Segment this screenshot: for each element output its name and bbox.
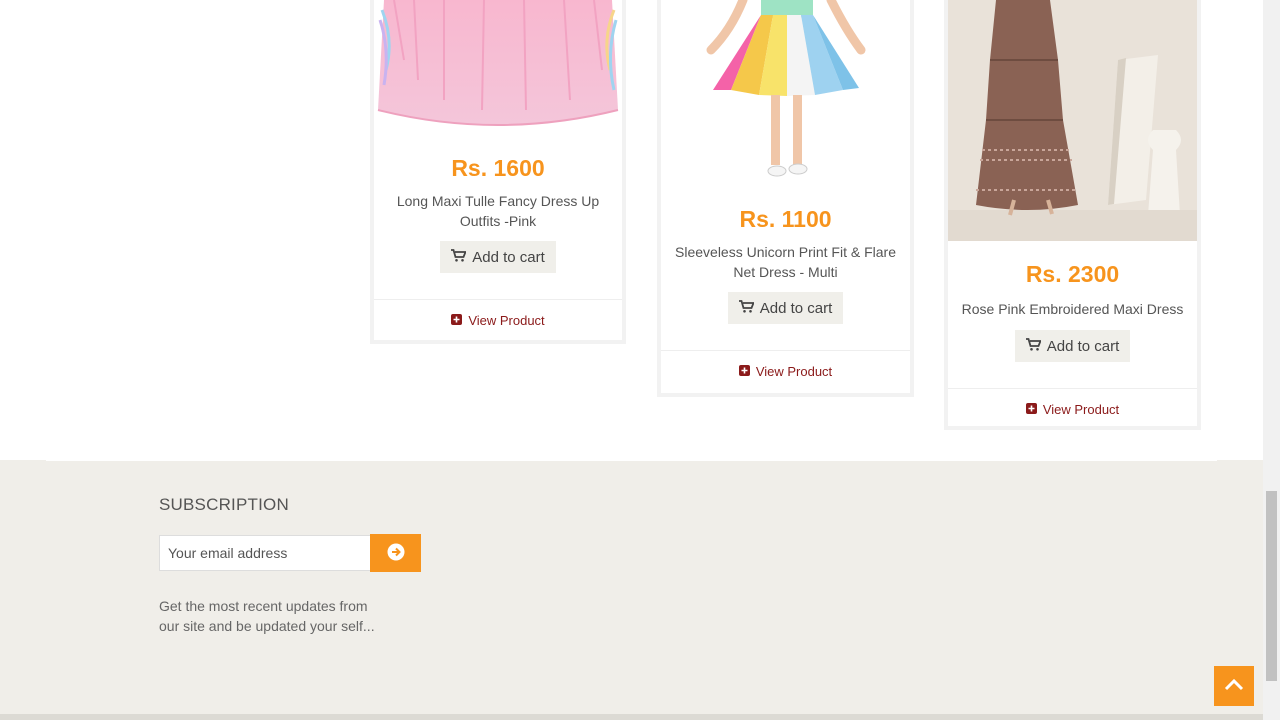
product-image-unicorn-dress[interactable] <box>661 0 910 190</box>
footer-bottom-strip <box>0 714 1263 720</box>
email-input[interactable] <box>159 535 371 571</box>
footer: SUBSCRIPTION Get the most recent updates… <box>0 460 1263 720</box>
footer-divider <box>46 460 1217 461</box>
view-product-label: View Product <box>468 313 545 328</box>
product-price: Rs. 1100 <box>739 206 832 232</box>
product-card: Rs. 1600 Long Maxi Tulle Fancy Dress Up … <box>370 0 626 344</box>
arrow-circle-right-icon <box>387 543 405 564</box>
add-to-cart-button[interactable]: Add to cart <box>1014 330 1131 362</box>
add-to-cart-label: Add to cart <box>1046 337 1120 355</box>
cart-icon <box>738 299 755 317</box>
product-price: Rs. 1600 <box>451 155 545 181</box>
chevron-up-icon <box>1224 677 1244 696</box>
plus-square-icon <box>738 364 750 379</box>
subscription-title: SUBSCRIPTION <box>159 495 289 514</box>
product-name[interactable]: Rose Pink Embroidered Maxi Dress <box>948 299 1197 319</box>
product-name[interactable]: Sleeveless Unicorn Print Fit & Flare Net… <box>661 242 910 282</box>
view-product-label: View Product <box>1042 402 1120 417</box>
plus-square-icon <box>451 313 463 328</box>
product-image-pink-dress[interactable] <box>374 0 622 140</box>
subscribe-button[interactable] <box>370 534 421 572</box>
cart-icon <box>451 248 468 266</box>
view-product-link[interactable]: View Product <box>451 313 545 328</box>
add-to-cart-label: Add to cart <box>759 299 833 317</box>
add-to-cart-button[interactable]: Add to cart <box>727 292 844 324</box>
product-card: Rs. 1100 Sleeveless Unicorn Print Fit & … <box>657 0 914 397</box>
product-name[interactable]: Long Maxi Tulle Fancy Dress Up Outfits -… <box>374 191 622 231</box>
scrollbar-thumb[interactable] <box>1266 491 1277 681</box>
add-to-cart-label: Add to cart <box>472 248 545 266</box>
product-image-maxi-dress[interactable] <box>948 0 1197 241</box>
product-price: Rs. 2300 <box>1025 261 1120 287</box>
product-card: Rs. 2300 Rose Pink Embroidered Maxi Dres… <box>944 0 1201 430</box>
subscription-description: Get the most recent updates from our sit… <box>159 598 375 634</box>
vertical-scrollbar[interactable] <box>1263 0 1280 720</box>
plus-square-icon <box>1025 402 1037 417</box>
view-product-link[interactable]: View Product <box>738 364 833 379</box>
add-to-cart-button[interactable]: Add to cart <box>440 241 556 273</box>
cart-icon <box>1025 337 1042 355</box>
view-product-link[interactable]: View Product <box>1025 402 1120 417</box>
back-to-top-button[interactable] <box>1214 666 1254 706</box>
view-product-label: View Product <box>755 364 833 379</box>
page: Rs. 1600 Long Maxi Tulle Fancy Dress Up … <box>0 0 1280 720</box>
